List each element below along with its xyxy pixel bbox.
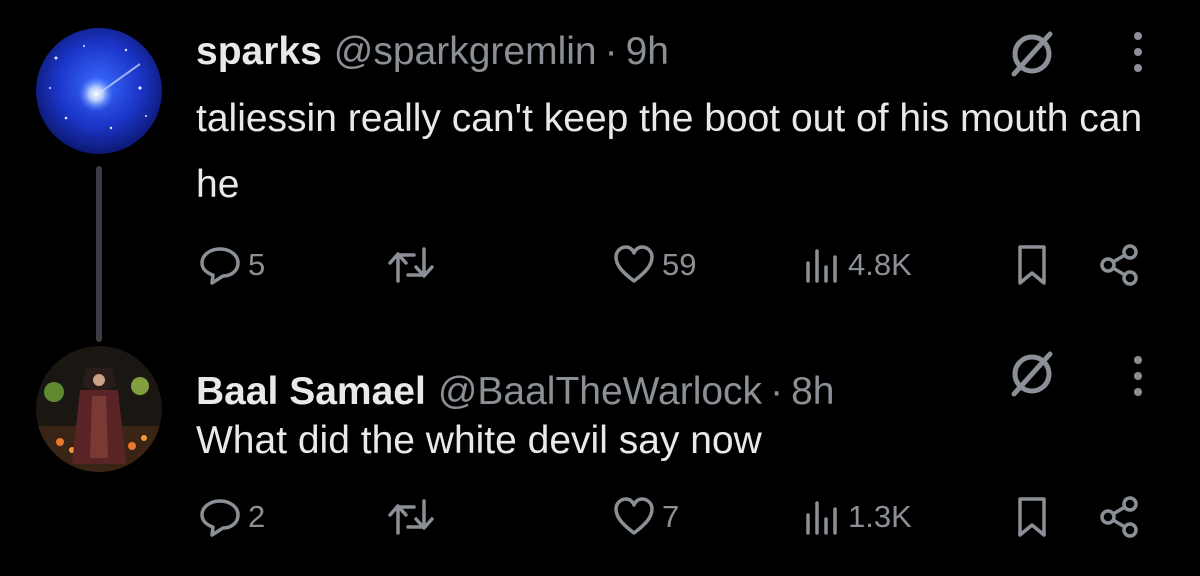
retweet-icon (386, 243, 436, 287)
retweet-icon (386, 495, 436, 539)
views-button[interactable]: 4.8K (802, 238, 912, 292)
retweet-button[interactable] (386, 238, 436, 292)
bookmark-button[interactable] (1014, 238, 1050, 292)
tweet[interactable]: Baal Samael @BaalTheWarlock · 8h What di… (0, 320, 1200, 576)
mute-icon[interactable] (1006, 348, 1058, 400)
reply-button[interactable]: 2 (198, 490, 265, 544)
view-count: 1.3K (848, 499, 912, 534)
display-name[interactable]: sparks (196, 30, 322, 74)
user-handle[interactable]: @sparkgremlin (334, 30, 597, 74)
timestamp[interactable]: 9h (626, 30, 669, 74)
share-button[interactable] (1098, 490, 1142, 544)
like-count: 59 (662, 247, 697, 282)
avatar[interactable] (36, 346, 162, 472)
reply-icon (198, 495, 242, 539)
reply-button[interactable]: 5 (198, 238, 265, 292)
tweet-text: What did the white devil say now (196, 419, 762, 462)
bookmark-icon (1014, 243, 1050, 287)
like-button[interactable]: 7 (612, 490, 679, 544)
more-icon[interactable] (1124, 30, 1152, 74)
heart-icon (612, 243, 656, 287)
share-icon (1098, 495, 1142, 539)
action-bar: 5 59 4.8K (0, 238, 1200, 292)
more-icon[interactable] (1124, 354, 1152, 398)
reply-icon (198, 243, 242, 287)
views-icon (802, 243, 842, 287)
like-button[interactable]: 59 (612, 238, 696, 292)
like-count: 7 (662, 499, 680, 534)
tweet-header: sparks @sparkgremlin · 9h (196, 22, 669, 82)
bookmark-button[interactable] (1014, 490, 1050, 544)
share-button[interactable] (1098, 238, 1142, 292)
mute-icon[interactable] (1006, 28, 1058, 80)
view-count: 4.8K (848, 247, 912, 282)
avatar[interactable] (36, 28, 162, 154)
tweet-text: taliessin really can't keep the boot out… (196, 97, 1143, 206)
views-icon (802, 495, 842, 539)
heart-icon (612, 495, 656, 539)
share-icon (1098, 243, 1142, 287)
retweet-button[interactable] (386, 490, 436, 544)
separator: · (604, 30, 618, 73)
action-bar: 2 7 1.3K (0, 490, 1200, 544)
bookmark-icon (1014, 495, 1050, 539)
tweet[interactable]: sparks @sparkgremlin · 9h taliessin real… (0, 0, 1200, 342)
views-button[interactable]: 1.3K (802, 490, 912, 544)
reply-count: 5 (248, 247, 266, 282)
reply-count: 2 (248, 499, 266, 534)
